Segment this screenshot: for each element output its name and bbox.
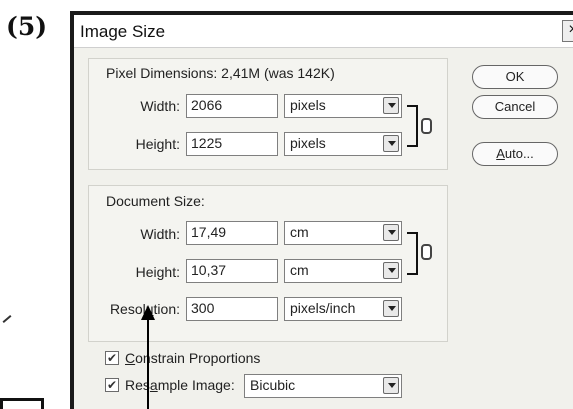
resample-method-value: Bicubic <box>250 377 296 393</box>
doc-width-unit-select[interactable]: cm <box>284 221 402 245</box>
chain-link-icon <box>421 244 432 260</box>
chevron-down-icon[interactable] <box>383 262 399 279</box>
pixel-width-unit-value: pixels <box>290 97 326 113</box>
pixel-height-input[interactable]: 1225 <box>186 132 278 156</box>
resolution-unit-value: pixels/inch <box>290 300 356 316</box>
chain-link-icon <box>421 118 432 134</box>
doc-link-bracket <box>407 232 418 275</box>
pixel-link-bracket <box>407 105 418 147</box>
doc-height-label: Height: <box>135 264 180 280</box>
doc-height-unit-value: cm <box>290 262 309 278</box>
step-label: (5) <box>6 12 48 41</box>
image-size-dialog: Image Size × Pixel Dimensions: 2,41M (wa… <box>70 11 573 409</box>
constrain-proportions-label: Constrain Proportions <box>125 350 261 366</box>
resolution-unit-select[interactable]: pixels/inch <box>284 297 402 321</box>
doc-height-input[interactable]: 10,37 <box>186 259 278 283</box>
doc-width-input[interactable]: 17,49 <box>186 221 278 245</box>
chevron-down-icon[interactable] <box>383 224 399 241</box>
pointer-arrow-line <box>147 318 149 409</box>
dialog-title: Image Size <box>80 22 166 41</box>
resolution-label: Resolution: <box>109 301 180 317</box>
pixel-width-unit-select[interactable]: pixels <box>284 94 402 118</box>
pixel-width-label: Width: <box>140 98 180 114</box>
resample-image-label: Resample Image: <box>125 377 235 393</box>
chevron-down-icon[interactable] <box>383 300 399 317</box>
resolution-input[interactable]: 300 <box>186 297 278 321</box>
doc-width-unit-value: cm <box>290 224 309 240</box>
resample-image-checkbox[interactable]: ✔ <box>105 378 119 392</box>
cancel-button[interactable]: Cancel <box>472 95 558 119</box>
auto-button[interactable]: Auto... <box>472 142 558 166</box>
ok-button[interactable]: OK <box>472 65 558 89</box>
chevron-down-icon[interactable] <box>383 135 399 152</box>
edge-mark <box>2 315 12 323</box>
chevron-down-icon[interactable] <box>383 377 399 394</box>
pixel-height-label: Height: <box>135 136 180 152</box>
close-icon: × <box>568 21 573 38</box>
pixel-height-unit-value: pixels <box>290 135 326 151</box>
doc-height-unit-select[interactable]: cm <box>284 259 402 283</box>
chevron-down-icon[interactable] <box>383 97 399 114</box>
pixel-width-input[interactable]: 2066 <box>186 94 278 118</box>
edge-box <box>0 398 44 409</box>
close-button[interactable]: × <box>562 20 573 42</box>
pixel-height-unit-select[interactable]: pixels <box>284 132 402 156</box>
constrain-proportions-checkbox[interactable]: ✔ <box>105 351 119 365</box>
pixel-dimensions-title: Pixel Dimensions: 2,41M (was 142K) <box>106 65 335 81</box>
doc-width-label: Width: <box>140 226 180 242</box>
dialog-titlebar: Image Size × <box>74 15 573 48</box>
document-size-title: Document Size: <box>106 193 205 209</box>
resample-method-select[interactable]: Bicubic <box>244 374 402 398</box>
